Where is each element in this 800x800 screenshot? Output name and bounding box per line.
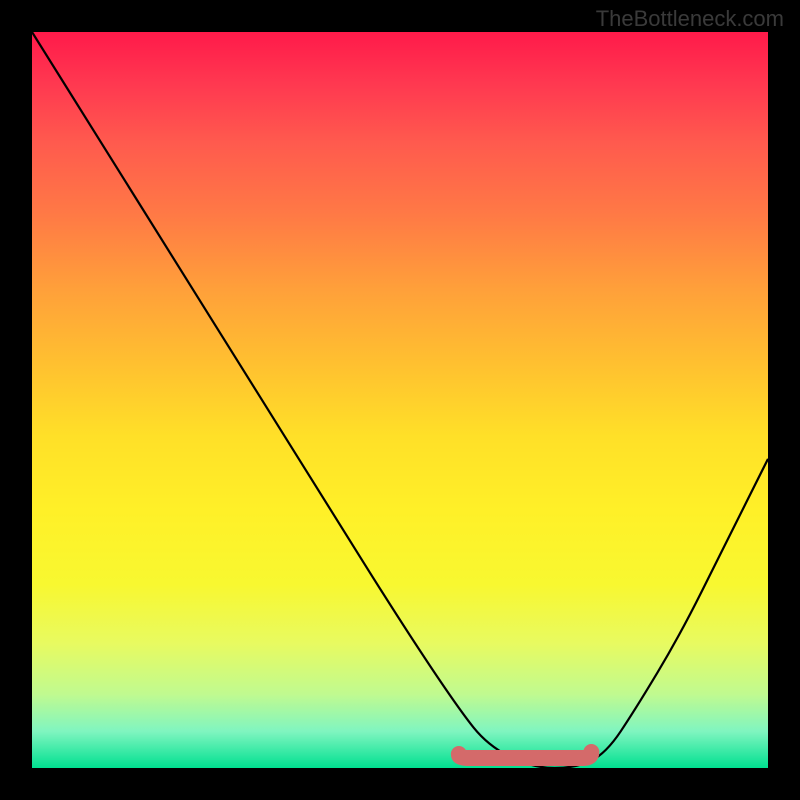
watermark-text: TheBottleneck.com [596, 6, 784, 32]
chart-svg [32, 32, 768, 768]
optimal-range-marker [459, 752, 591, 758]
chart-plot-area [32, 32, 768, 768]
bottleneck-curve-path [32, 32, 768, 768]
